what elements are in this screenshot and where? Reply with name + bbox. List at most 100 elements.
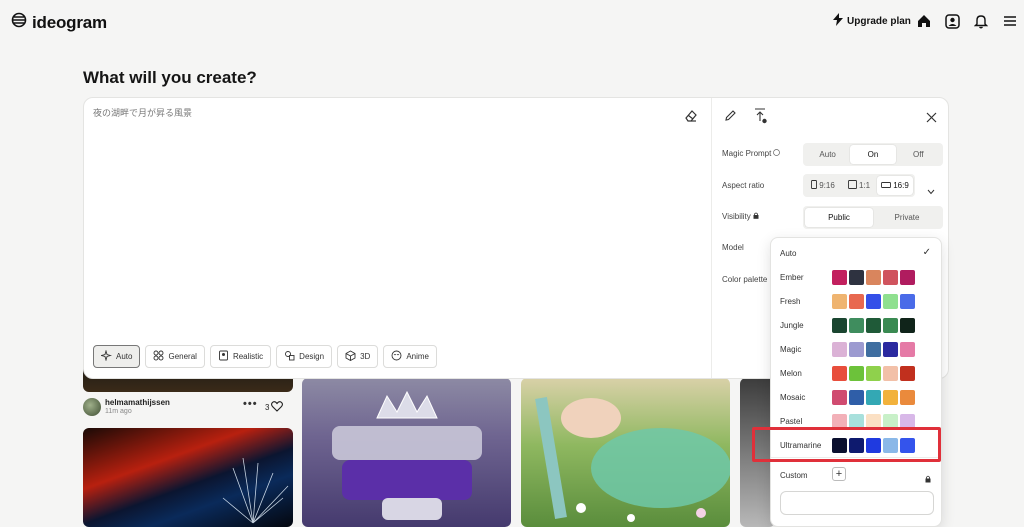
ideogram-logo-icon (10, 11, 28, 34)
upload-icon[interactable] (754, 108, 768, 129)
bell-icon[interactable] (972, 12, 990, 30)
color-palette-label: Color palette (722, 275, 768, 284)
highlight-box (752, 427, 941, 462)
aspect-9-16-label: 9:16 (819, 181, 835, 190)
style-design-button[interactable]: Design (276, 345, 333, 368)
color-swatch (849, 270, 864, 285)
lock-icon (753, 212, 759, 221)
color-swatch (866, 294, 881, 309)
palette-swatches (832, 390, 915, 405)
style-general-label: General (168, 352, 197, 361)
upgrade-plan-button[interactable]: Upgrade plan (833, 13, 911, 29)
landscape-icon (881, 181, 892, 190)
close-icon[interactable] (926, 110, 937, 128)
magic-prompt-toggle: Auto On Off (803, 143, 943, 166)
fireworks-image (222, 457, 289, 524)
style-3d-label: 3D (360, 352, 371, 361)
info-icon[interactable] (773, 149, 781, 158)
prompt-input[interactable]: 夜の湖畔で月が昇る風景 Auto General Realistic Desig… (84, 98, 711, 378)
visibility-public[interactable]: Public (805, 208, 873, 227)
style-realistic-button[interactable]: Realistic (209, 345, 272, 368)
style-auto-button[interactable]: Auto (93, 345, 141, 368)
color-swatch (900, 366, 915, 381)
palette-option-ember[interactable]: Ember (771, 266, 941, 290)
color-palette-dropdown: Auto ✓ Ember Fresh Jungle Magic Melon Mo… (770, 237, 942, 527)
palette-option-label: Fresh (780, 297, 801, 306)
post-username[interactable]: helmamathijssen (105, 398, 170, 407)
eraser-icon[interactable] (684, 109, 697, 127)
color-swatch (883, 318, 898, 333)
color-swatch (866, 270, 881, 285)
color-swatch (866, 390, 881, 405)
palette-option-melon[interactable]: Melon (771, 362, 941, 386)
gallery-image[interactable] (83, 428, 293, 527)
color-swatch (883, 294, 898, 309)
color-swatch (900, 390, 915, 405)
palette-option-auto[interactable]: Auto ✓ (771, 242, 941, 266)
avatar[interactable] (83, 398, 101, 416)
logo-text: ideogram (32, 12, 107, 32)
custom-label: Custom (780, 471, 808, 480)
style-auto-label: Auto (116, 352, 133, 361)
custom-palette-input[interactable] (780, 491, 934, 515)
magic-prompt-off[interactable]: Off (896, 145, 941, 164)
checkmark-icon: ✓ (922, 247, 931, 258)
profile-icon[interactable] (943, 12, 961, 30)
color-swatch (832, 318, 847, 333)
color-swatch (866, 366, 881, 381)
aspect-1-1[interactable]: 1:1 (841, 176, 877, 195)
palette-option-label: Jungle (780, 321, 804, 330)
magic-prompt-label: Magic Prompt (722, 149, 781, 158)
color-swatch (900, 270, 915, 285)
palette-option-label: Auto (780, 249, 797, 258)
style-general-button[interactable]: General (145, 345, 205, 368)
palette-option-label: Pastel (780, 417, 803, 426)
palette-option-label: Ember (780, 273, 804, 282)
color-swatch (832, 390, 847, 405)
palette-option-magic[interactable]: Magic (771, 338, 941, 362)
visibility-label: Visibility (722, 212, 759, 221)
aspect-16-9-label: 16:9 (893, 181, 909, 190)
magic-prompt-text: Magic Prompt (722, 149, 772, 158)
palette-option-mosaic[interactable]: Mosaic (771, 386, 941, 410)
menu-icon[interactable] (1001, 12, 1019, 30)
palette-option-custom[interactable]: Custom + (771, 464, 941, 488)
face-icon (391, 350, 402, 363)
visibility-private[interactable]: Private (873, 208, 941, 227)
post-time: 11m ago (105, 408, 132, 415)
color-swatch (883, 390, 898, 405)
palette-option-fresh[interactable]: Fresh (771, 290, 941, 314)
pencil-icon[interactable] (724, 109, 737, 127)
like-button[interactable]: 3 (265, 401, 284, 414)
color-swatch (883, 270, 898, 285)
palette-swatches (832, 342, 915, 357)
style-3d-button[interactable]: 3D (337, 345, 379, 368)
gallery-image[interactable] (302, 378, 511, 527)
visibility-toggle: Public Private (803, 206, 943, 229)
magic-prompt-on[interactable]: On (850, 145, 896, 164)
plus-icon[interactable]: + (832, 467, 846, 481)
aspect-9-16[interactable]: 9:16 (805, 176, 841, 195)
color-swatch (832, 366, 847, 381)
chevron-down-icon[interactable] (927, 182, 935, 200)
gallery-image[interactable] (521, 378, 730, 527)
magic-prompt-auto[interactable]: Auto (805, 145, 850, 164)
jeweled-text-image (332, 390, 482, 520)
color-swatch (866, 318, 881, 333)
portrait-icon (811, 180, 818, 191)
aspect-ratio-selector: 9:16 1:1 16:9 (803, 174, 915, 197)
square-icon (847, 180, 857, 191)
prompt-text[interactable]: 夜の湖畔で月が昇る風景 (93, 106, 192, 119)
home-icon[interactable] (915, 12, 933, 30)
bolt-icon (833, 13, 843, 29)
color-swatch (900, 342, 915, 357)
style-anime-button[interactable]: Anime (383, 345, 437, 368)
lock-icon (925, 470, 931, 488)
logo[interactable]: ideogram (10, 11, 107, 34)
palette-option-jungle[interactable]: Jungle (771, 314, 941, 338)
palette-swatches (832, 318, 915, 333)
anime-girl-image (535, 397, 730, 522)
aspect-16-9[interactable]: 16:9 (877, 176, 913, 195)
palette-option-label: Mosaic (780, 393, 806, 402)
more-options-icon[interactable]: ••• (243, 398, 258, 410)
